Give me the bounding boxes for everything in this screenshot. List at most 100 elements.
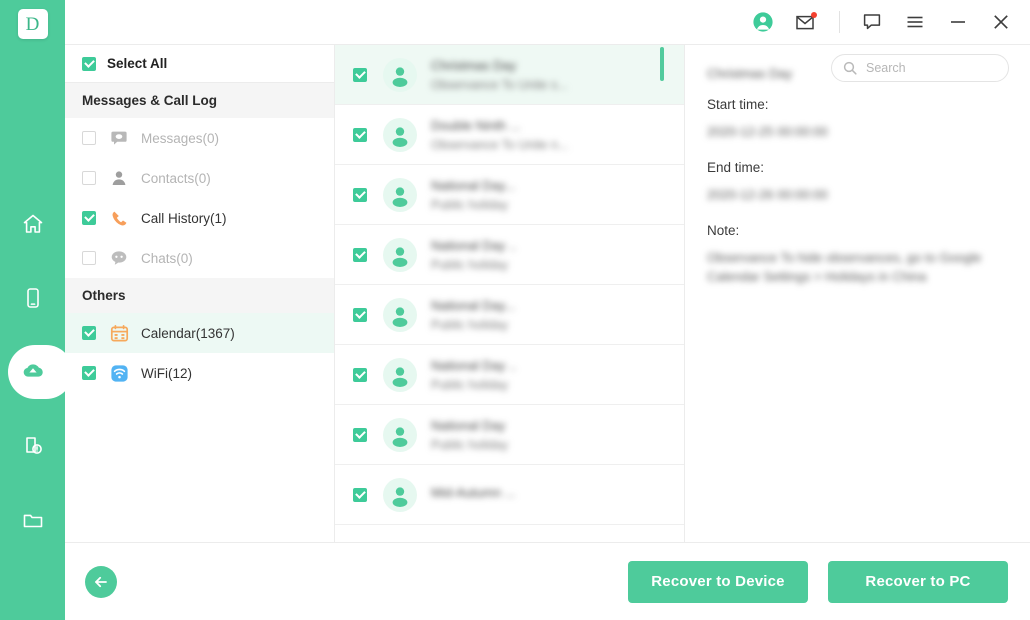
account-icon[interactable] xyxy=(748,7,778,37)
category-item-call-history[interactable]: Call History(1) xyxy=(65,198,334,238)
row-checkbox[interactable] xyxy=(353,487,367,502)
list-item-title: National Day .. xyxy=(431,237,517,253)
phone-call-icon xyxy=(108,207,130,229)
close-icon[interactable] xyxy=(986,7,1016,37)
category-label: Calendar(1367) xyxy=(141,325,235,341)
list-item[interactable]: Mid-Autumn ... xyxy=(335,465,684,525)
recover-to-pc-button[interactable]: Recover to PC xyxy=(828,560,1008,603)
detail-value-start-time: 2020-12-25 00:00:00 xyxy=(707,124,828,139)
category-item-contacts[interactable]: Contacts(0) xyxy=(65,158,334,198)
list-item-title: Christmas Day xyxy=(431,57,517,73)
search-input[interactable] xyxy=(866,61,996,75)
phone-icon xyxy=(26,288,39,308)
select-all-row[interactable]: Select All xyxy=(65,45,334,83)
list-item[interactable]: National Day... Public holiday xyxy=(335,285,684,345)
list-item[interactable]: Christmas Day Observance To Unite s... xyxy=(335,45,684,105)
rail-item-recover[interactable] xyxy=(0,343,73,401)
row-checkbox[interactable] xyxy=(353,367,367,382)
list-item-text: National Day... Public holiday xyxy=(431,298,684,332)
category-group-title-messages: Messages & Call Log xyxy=(65,83,334,118)
app-window: D Search Select All Messages & Call Log … xyxy=(0,0,1030,620)
footer-actions: Recover to Device Recover to PC xyxy=(628,560,1008,603)
select-all-label: Select All xyxy=(107,56,168,71)
mail-unread-badge xyxy=(811,12,817,18)
mail-icon[interactable] xyxy=(791,7,821,37)
category-checkbox-wifi[interactable] xyxy=(82,366,96,380)
search-box[interactable] xyxy=(831,54,1009,82)
rail-item-repair[interactable] xyxy=(0,417,65,475)
group-label: Others xyxy=(82,288,126,303)
wifi-icon xyxy=(108,362,130,384)
list-item-subtitle: Public holiday xyxy=(431,317,509,332)
list-item-subtitle: Observance To Unite n... xyxy=(431,137,569,152)
detail-label-start-time: Start time: xyxy=(707,97,769,112)
chats-icon xyxy=(108,247,130,269)
content-body: Select All Messages & Call Log Messages(… xyxy=(65,44,1030,542)
category-label: Messages(0) xyxy=(141,130,220,146)
list-scrollbar[interactable] xyxy=(660,45,664,542)
rail-item-home[interactable] xyxy=(0,195,65,253)
detail-title: Christmas Day xyxy=(707,66,793,81)
row-checkbox[interactable] xyxy=(353,247,367,262)
home-icon xyxy=(23,214,42,233)
list-item-subtitle: Public holiday xyxy=(431,377,509,392)
list-item-title: Double Ninth ... xyxy=(431,117,521,133)
recover-to-device-button[interactable]: Recover to Device xyxy=(628,560,808,603)
menu-icon[interactable] xyxy=(900,7,930,37)
avatar xyxy=(383,477,417,512)
category-label: Chats(0) xyxy=(141,250,193,266)
category-checkbox-calendar[interactable] xyxy=(82,326,96,340)
group-label: Messages & Call Log xyxy=(82,93,218,108)
feedback-icon[interactable] xyxy=(857,7,887,37)
list-item[interactable]: National Day... Public holiday xyxy=(335,165,684,225)
list-item[interactable]: National Day .. Public holiday xyxy=(335,345,684,405)
category-item-messages[interactable]: Messages(0) xyxy=(65,118,334,158)
rail-item-files[interactable] xyxy=(0,491,65,549)
category-checkbox-contacts[interactable] xyxy=(82,171,96,185)
list-item-title: National Day xyxy=(431,417,506,433)
list-item-text: Christmas Day Observance To Unite s... xyxy=(431,58,684,92)
row-checkbox[interactable] xyxy=(353,67,367,82)
category-checkbox-messages[interactable] xyxy=(82,131,96,145)
list-item-subtitle: Public holiday xyxy=(431,197,509,212)
list-item-title: National Day .. xyxy=(431,357,517,373)
back-button[interactable] xyxy=(85,565,117,598)
list-item[interactable]: National Day .. Public holiday xyxy=(335,225,684,285)
list-item[interactable]: National Day Public holiday xyxy=(335,405,684,465)
list-item[interactable]: Double Ninth ... Observance To Unite n..… xyxy=(335,105,684,165)
rail-item-device[interactable] xyxy=(0,269,65,327)
list-scrollbar-thumb[interactable] xyxy=(660,47,664,81)
detail-value-note: Observance To hide observances, go to Go… xyxy=(707,249,982,284)
row-checkbox[interactable] xyxy=(353,307,367,322)
row-checkbox[interactable] xyxy=(353,427,367,442)
list-item-subtitle: Public holiday xyxy=(431,437,509,452)
folder-icon xyxy=(23,514,42,528)
avatar xyxy=(383,357,417,392)
category-item-chats[interactable]: Chats(0) xyxy=(65,238,334,278)
search-icon xyxy=(843,61,857,75)
list-item-text: Mid-Autumn ... xyxy=(431,485,684,505)
category-item-calendar[interactable]: Calendar(1367) xyxy=(65,313,334,353)
avatar xyxy=(383,177,417,212)
list-item-text: National Day .. Public holiday xyxy=(431,358,684,392)
detail-value-end-time: 2020-12-26 00:00:00 xyxy=(707,186,828,202)
minimize-icon[interactable] xyxy=(943,7,973,37)
avatar xyxy=(383,57,417,92)
list-item-text: National Day .. Public holiday xyxy=(431,238,684,272)
list-item-title: National Day... xyxy=(431,177,516,193)
category-label: Call History(1) xyxy=(141,210,227,226)
select-all-checkbox[interactable] xyxy=(82,56,96,71)
row-checkbox[interactable] xyxy=(353,127,367,142)
avatar xyxy=(383,297,417,332)
category-checkbox-chats[interactable] xyxy=(82,251,96,265)
list-item-subtitle: Public holiday xyxy=(431,257,509,272)
category-label: Contacts(0) xyxy=(141,170,211,186)
category-checkbox-call-history[interactable] xyxy=(82,211,96,225)
row-checkbox[interactable] xyxy=(353,187,367,202)
category-item-wifi[interactable]: WiFi(12) xyxy=(65,353,334,393)
category-panel: Select All Messages & Call Log Messages(… xyxy=(65,45,335,542)
category-label: WiFi(12) xyxy=(141,365,192,381)
window-titlebar xyxy=(65,0,1030,44)
detail-label-end-time: End time: xyxy=(707,159,765,175)
list-item-subtitle: Observance To Unite s... xyxy=(431,77,568,92)
